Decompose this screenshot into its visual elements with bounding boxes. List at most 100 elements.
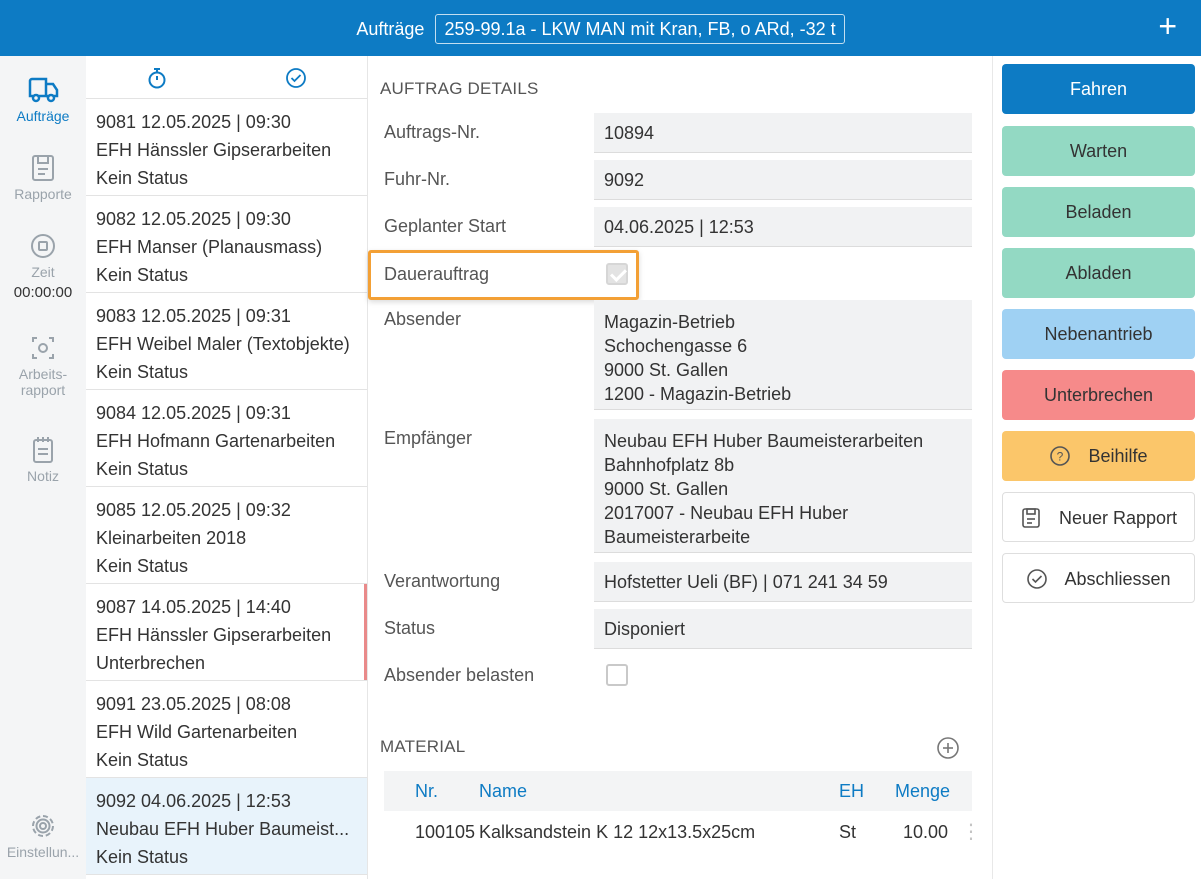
absender-line: 1200 - Magazin-Betrieb (604, 384, 792, 404)
auftrags-nr-label: Auftrags-Nr. (384, 122, 481, 142)
material-table-header: Nr. Name EH Menge (384, 771, 972, 811)
order-status: Kein Status (96, 459, 189, 479)
material-nr: 100105 (415, 822, 476, 842)
report-icon (32, 155, 54, 181)
top-bar: Aufträge 259-99.1a - LKW MAN mit Kran, F… (0, 0, 1201, 56)
scan-icon (32, 337, 54, 359)
nav-label-arbeitsrapport-2: rapport (20, 382, 66, 398)
order-item[interactable]: 9091 23.05.2025 | 08:08 EFH Wild Gartena… (86, 681, 367, 778)
order-item[interactable]: 9082 12.05.2025 | 09:30 EFH Manser (Plan… (86, 196, 367, 293)
empfaenger-value: Neubau EFH Huber Baumeisterarbeiten Bahn… (594, 419, 972, 553)
order-header: 9091 23.05.2025 | 08:08 (96, 694, 291, 714)
check-circle-icon[interactable] (284, 66, 308, 90)
nav-item-arbeitsrapport[interactable]: Arbeits- rapport (0, 332, 86, 398)
verantwortung-value: Hofstetter Ueli (BF) | 071 241 34 59 (594, 562, 972, 602)
nav-label-auftraege: Aufträge (16, 108, 70, 124)
order-status: Kein Status (96, 362, 189, 382)
order-title: EFH Hofmann Gartenarbeiten (96, 431, 336, 451)
notepad-icon (33, 437, 53, 463)
dauerauftrag-checkbox[interactable] (606, 263, 628, 285)
fahren-button[interactable]: Fahren (1002, 64, 1195, 114)
empfaenger-line: Bahnhofplatz 8b (604, 455, 735, 475)
left-navigation: Aufträge Rapporte Zeit 00:00:00 Arbeits-… (0, 56, 86, 879)
fuhr-nr-label: Fuhr-Nr. (384, 169, 451, 189)
col-eh: EH (839, 781, 865, 801)
order-header: 9081 12.05.2025 | 09:30 (96, 112, 291, 132)
order-title: EFH Wild Gartenarbeiten (96, 722, 298, 742)
absender-belasten-label: Absender belasten (384, 665, 535, 685)
page-title: Aufträge (356, 18, 425, 39)
material-eh: St (839, 822, 857, 842)
order-header: 9084 12.05.2025 | 09:31 (96, 403, 291, 423)
order-status: Kein Status (96, 750, 189, 770)
empfaenger-line: 2017007 - Neubau EFH Huber (604, 503, 849, 523)
order-item[interactable]: 9083 12.05.2025 | 09:31 EFH Weibel Maler… (86, 293, 367, 390)
beihilfe-button[interactable]: ? Beihilfe (1002, 431, 1195, 481)
actions-panel: Fahren Warten Beladen Abladen Nebenantri… (992, 56, 1201, 879)
absender-belasten-checkbox[interactable] (606, 664, 628, 686)
order-status: Kein Status (96, 556, 189, 576)
warten-button[interactable]: Warten (1002, 126, 1195, 176)
order-item[interactable]: 9087 14.05.2025 | 14:40 EFH Hänssler Gip… (86, 584, 367, 681)
order-header: 9083 12.05.2025 | 09:31 (96, 306, 291, 326)
empfaenger-label: Empfänger (384, 428, 473, 448)
add-material-icon[interactable] (936, 736, 960, 760)
empfaenger-line: Neubau EFH Huber Baumeisterarbeiten (604, 431, 924, 451)
col-nr: Nr. (415, 781, 439, 801)
nav-item-rapporte[interactable]: Rapporte (0, 152, 86, 202)
orders-list: 9081 12.05.2025 | 09:30 EFH Hänssler Gip… (86, 56, 368, 879)
beihilfe-label: Beihilfe (1088, 446, 1148, 466)
status-marker (364, 584, 367, 680)
abschliessen-button[interactable]: Abschliessen (1002, 553, 1195, 603)
col-name: Name (479, 781, 528, 801)
absender-value: Magazin-Betrieb Schochengasse 6 9000 St.… (594, 300, 972, 410)
order-item[interactable]: 9084 12.05.2025 | 09:31 EFH Hofmann Gart… (86, 390, 367, 487)
absender-line: Schochengasse 6 (604, 336, 748, 356)
col-menge: Menge (895, 781, 951, 801)
order-title: EFH Manser (Planausmass) (96, 237, 323, 257)
stopwatch-icon[interactable] (146, 66, 168, 90)
order-details-panel: AUFTRAG DETAILS Auftrags-Nr. 10894 Fuhr-… (368, 56, 992, 879)
nav-item-auftraege[interactable]: Aufträge (0, 72, 86, 124)
vehicle-selector[interactable]: 259-99.1a - LKW MAN mit Kran, FB, o ARd,… (435, 14, 845, 44)
status-value: Disponiert (594, 609, 972, 649)
order-status: Kein Status (96, 847, 189, 867)
check-circle-icon (1027, 568, 1048, 589)
nav-item-zeit[interactable]: Zeit 00:00:00 (0, 230, 86, 301)
order-item[interactable]: 9081 12.05.2025 | 09:30 EFH Hänssler Gip… (86, 99, 367, 196)
dauerauftrag-label: Dauerauftrag (384, 264, 490, 284)
absender-line: Magazin-Betrieb (604, 312, 736, 332)
start-value: 04.06.2025 | 12:53 (594, 207, 972, 247)
empfaenger-line: Baumeisterarbeite (604, 527, 751, 547)
material-row[interactable]: 100105 Kalksandstein K 12 12x13.5x25cm S… (384, 811, 981, 853)
neuer-rapport-label: Neuer Rapport (1058, 508, 1178, 528)
order-header: 9082 12.05.2025 | 09:30 (96, 209, 291, 229)
abladen-button[interactable]: Abladen (1002, 248, 1195, 298)
beladen-button[interactable]: Beladen (1002, 187, 1195, 237)
unterbrechen-button[interactable]: Unterbrechen (1002, 370, 1195, 420)
nav-label-notiz: Notiz (27, 468, 59, 484)
add-order-button[interactable]: + (1158, 10, 1177, 42)
order-status: Kein Status (96, 265, 189, 285)
material-name: Kalksandstein K 12 12x13.5x25cm (479, 822, 756, 842)
order-title: Kleinarbeiten 2018 (96, 528, 247, 548)
material-section-title: MATERIAL (380, 737, 466, 756)
order-item-selected[interactable]: 9092 04.06.2025 | 12:53 Neubau EFH Huber… (86, 778, 367, 875)
absender-line: 9000 St. Gallen (604, 360, 729, 380)
order-title: EFH Hänssler Gipserarbeiten (96, 140, 332, 160)
nav-item-einstellungen[interactable]: Einstellun... (0, 810, 86, 860)
order-title: EFH Hänssler Gipserarbeiten (96, 625, 332, 645)
nebenantrieb-button[interactable]: Nebenantrieb (1002, 309, 1195, 359)
nav-item-notiz[interactable]: Notiz (0, 434, 86, 484)
order-title: Neubau EFH Huber Baumeist... (96, 819, 350, 839)
neuer-rapport-button[interactable]: Neuer Rapport (1002, 492, 1195, 542)
order-header: 9092 04.06.2025 | 12:53 (96, 791, 291, 811)
help-icon: ? (1050, 445, 1071, 466)
timer-value: 00:00:00 (13, 284, 73, 301)
top-bar-title-wrap: Aufträge 259-99.1a - LKW MAN mit Kran, F… (0, 14, 1201, 44)
row-menu-icon[interactable]: ⋮ (961, 811, 981, 853)
order-status: Kein Status (96, 168, 189, 188)
order-item[interactable]: 9085 12.05.2025 | 09:32 Kleinarbeiten 20… (86, 487, 367, 584)
verantwortung-label: Verantwortung (384, 571, 501, 591)
orders-list-header (86, 56, 367, 99)
